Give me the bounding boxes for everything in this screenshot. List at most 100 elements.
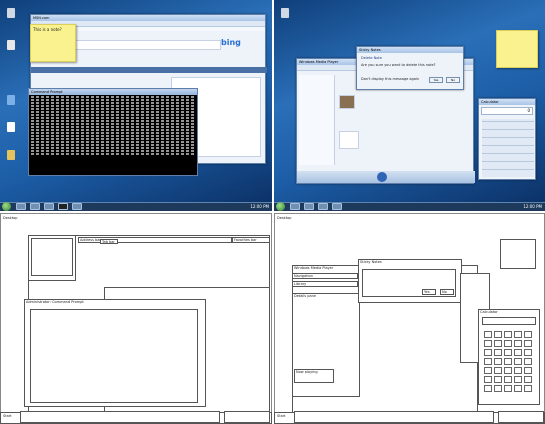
dialog-message: Are you sure you want to delete this not…: [361, 63, 436, 67]
taskbar-media-button[interactable]: [44, 203, 54, 210]
wire-running-apps: [294, 411, 494, 423]
clock[interactable]: 12:00 PM: [523, 202, 542, 211]
wire-calc-key: [494, 376, 502, 383]
wire-tray: [498, 411, 544, 423]
wire-library: Library: [292, 281, 358, 287]
sticky-note-text: This is a note?: [33, 27, 62, 32]
wire-calc-key: [514, 331, 522, 338]
wire-calc-key: [504, 385, 512, 392]
wire-yes-label: Yes: [424, 290, 430, 294]
desktop-top-left: MSN.com bing This is a note? Command Pro…: [0, 0, 272, 211]
wire-calc-key: [494, 385, 502, 392]
wire-calc-keypad: [482, 329, 536, 399]
wireframe-bottom-left: Desktop Address bar Tab bar Favorites ba…: [0, 213, 272, 424]
wire-yes: Yes: [422, 289, 436, 295]
taskbar-explorer-button[interactable]: [290, 203, 300, 210]
bing-logo: bing: [221, 38, 241, 47]
shortcut-icon[interactable]: [7, 95, 15, 105]
sticky-note[interactable]: This is a note?: [30, 24, 76, 62]
wire-calc-key: [504, 376, 512, 383]
wire-running-apps: [20, 411, 220, 423]
wire-start-label: Start: [277, 414, 286, 418]
wire-calc-key: [494, 340, 502, 347]
calculator-title: Calculator: [479, 99, 535, 105]
wire-calc-key: [494, 358, 502, 365]
play-icon[interactable]: [377, 172, 387, 182]
recycle-bin-icon[interactable]: [7, 8, 15, 18]
dialog-title: Sticky Notes: [357, 47, 463, 53]
cmd-title: Command Prompt: [29, 89, 197, 95]
taskbar-cmd-button[interactable]: [58, 203, 68, 210]
navigation-pane[interactable]: [299, 75, 335, 165]
wire-calc-key: [484, 340, 492, 347]
taskbar: 12:00 PM: [274, 202, 545, 211]
wire-calc-key: [504, 349, 512, 356]
wire-favorites: Favorites bar: [232, 237, 270, 243]
wire-media-label: Windows Media Player: [294, 266, 334, 270]
wire-calc-key: [504, 340, 512, 347]
start-button[interactable]: [276, 202, 285, 211]
album-art: [339, 131, 359, 149]
recycle-bin-icon[interactable]: [281, 8, 289, 18]
clock[interactable]: 12:00 PM: [250, 202, 269, 211]
dialog-yes-button[interactable]: Yes: [429, 77, 443, 83]
wire-calc-key: [514, 367, 522, 374]
taskbar-media-button[interactable]: [318, 203, 328, 210]
wire-calc-key: [494, 367, 502, 374]
site-header: [71, 40, 221, 50]
wire-calc-key: [514, 376, 522, 383]
dialog-checkbox[interactable]: Don't display this message again: [361, 77, 419, 81]
wire-calc-key: [494, 349, 502, 356]
wire-calc-key: [484, 376, 492, 383]
taskbar-calculator-button[interactable]: [332, 203, 342, 210]
wire-desktop-label: Desktop: [3, 216, 18, 220]
wire-calc-key: [484, 367, 492, 374]
folder-icon[interactable]: [7, 150, 15, 160]
document-icon[interactable]: [7, 122, 15, 132]
taskbar-browser-button[interactable]: [30, 203, 40, 210]
wire-now-playing-label: Now playing: [296, 370, 318, 374]
computer-icon[interactable]: [7, 40, 15, 50]
wire-tray: [224, 411, 270, 423]
site-nav[interactable]: [31, 67, 267, 73]
wire-calc-key: [514, 385, 522, 392]
playback-controls[interactable]: [297, 171, 475, 183]
wire-calc-key: [504, 358, 512, 365]
wire-sticky-inner: [31, 238, 73, 276]
wire-calc-key: [514, 349, 522, 356]
wire-tab: Tab bar: [100, 239, 118, 244]
taskbar-explorer-button[interactable]: [16, 203, 26, 210]
dialog-heading: Delete Note: [361, 56, 382, 60]
taskbar-browser-button[interactable]: [304, 203, 314, 210]
wire-calc-key: [494, 331, 502, 338]
wire-calc-key: [484, 385, 492, 392]
calculator-window[interactable]: Calculator 0: [478, 98, 536, 180]
delete-note-dialog[interactable]: Sticky Notes Delete Note Are you sure yo…: [356, 46, 464, 90]
wire-calculator-label: Calculator: [480, 310, 498, 314]
wire-calc-key: [504, 367, 512, 374]
wire-calc-key: [524, 340, 532, 347]
calculator-keypad[interactable]: [482, 119, 534, 177]
sticky-note[interactable]: [496, 30, 538, 68]
wire-favorites-label: Favorites bar: [234, 238, 257, 242]
wire-calc-key: [524, 331, 532, 338]
start-button[interactable]: [2, 202, 11, 211]
wire-calc-key: [524, 367, 532, 374]
wire-calc-key: [484, 331, 492, 338]
wire-start-label: Start: [3, 414, 12, 418]
wire-calc-key: [524, 358, 532, 365]
command-prompt-window[interactable]: Command Prompt: [28, 88, 198, 176]
wire-calc-key: [514, 358, 522, 365]
wire-sticky: [500, 239, 536, 269]
album-art: [339, 95, 355, 109]
wire-dialog-label: Sticky Notes: [360, 260, 382, 264]
wire-cmd-body: [30, 309, 198, 403]
dialog-no-button[interactable]: No: [446, 77, 460, 83]
wire-calc-key: [524, 385, 532, 392]
wire-nav: Navigation: [292, 273, 358, 279]
wire-library-label: Library: [294, 282, 307, 286]
taskbar-notes-button[interactable]: [72, 203, 82, 210]
wire-tab-label: Tab bar: [102, 240, 115, 244]
wire-address-label: Address bar: [80, 238, 101, 242]
desktop-top-right: Windows Media Player Sticky Notes Delete…: [274, 0, 545, 211]
